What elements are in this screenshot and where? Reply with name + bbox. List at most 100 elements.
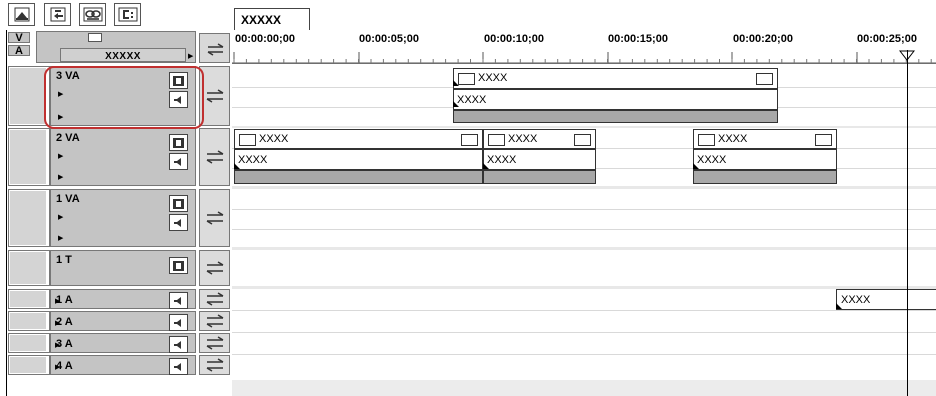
clip-2va-3-audio-name: XXXX — [697, 154, 727, 166]
audio-patch-label[interactable]: A — [8, 45, 30, 57]
track-1va-name: 1 VA — [56, 193, 80, 205]
collapse-tracks-button[interactable] — [8, 3, 35, 26]
timecode-15: 00:00:15;00 — [608, 33, 668, 45]
clip-2va-3-waveform[interactable] — [693, 170, 837, 184]
timecode-25: 00:00:25;00 — [857, 33, 917, 45]
lane-separator — [232, 286, 936, 289]
film-strip-icon[interactable] — [169, 134, 188, 151]
patch-right-arrow: ▶ — [188, 53, 194, 60]
track-1t-header[interactable]: 1 T — [50, 250, 196, 286]
expand-arrow-icon[interactable]: ▶ — [58, 173, 63, 181]
add-track-button[interactable] — [44, 3, 71, 26]
track-3a-patch[interactable] — [8, 333, 50, 353]
clip-thumbnail-icon — [458, 73, 475, 85]
clip-2va-1-audio[interactable]: XXXX — [234, 149, 483, 170]
track-2va-patch[interactable] — [8, 128, 50, 186]
track-2va-name: 2 VA — [56, 132, 80, 144]
clip-thumbnail-icon — [756, 73, 773, 85]
panel-left-border — [6, 30, 7, 396]
track-3a-swap-button[interactable] — [199, 333, 230, 353]
track-1t-patch[interactable] — [8, 250, 50, 286]
expand-arrow-icon[interactable]: ▶ — [58, 234, 63, 242]
timecode-10: 00:00:10;00 — [484, 33, 544, 45]
track-1va-patch[interactable] — [8, 189, 50, 247]
clip-2va-3-audio[interactable]: XXXX — [693, 149, 837, 170]
track-2va-header[interactable]: 2 VA ▶ ▶ — [50, 128, 196, 186]
clip-2va-2-waveform[interactable] — [483, 170, 596, 184]
clip-1a-audio[interactable]: XXXX — [836, 289, 936, 310]
timecode-5: 00:00:05;00 — [359, 33, 419, 45]
track-1a-patch[interactable] — [8, 289, 50, 309]
speaker-icon[interactable] — [169, 358, 188, 375]
clip-marker — [453, 101, 459, 107]
clip-3va-audio[interactable]: XXXX — [453, 89, 778, 110]
track-expand-icon — [14, 7, 29, 22]
clip-2va-1-waveform[interactable] — [234, 170, 483, 184]
expand-arrow-icon[interactable]: ▶ — [55, 341, 60, 349]
clip-thumbnail-icon — [815, 134, 832, 146]
clip-2va-2-video[interactable]: XXXX — [483, 129, 596, 149]
patch-track-name: XXXXX — [60, 48, 186, 62]
track-4a-swap-button[interactable] — [199, 355, 230, 375]
clip-marker — [234, 163, 240, 169]
patch-handle[interactable] — [88, 33, 102, 42]
expand-arrow-icon[interactable]: ▶ — [58, 213, 63, 221]
clip-2va-3-video-name: XXXX — [718, 133, 748, 145]
track-3a-header[interactable]: 3 A ▶ — [50, 333, 196, 353]
track-1va-header[interactable]: 1 VA ▶ ▶ — [50, 189, 196, 247]
track-1va-swap-button[interactable] — [199, 189, 230, 247]
drive-icon — [118, 7, 137, 22]
lane-separator — [232, 247, 936, 250]
track-1a-header[interactable]: 1 A ▶ — [50, 289, 196, 309]
speaker-icon[interactable] — [169, 314, 188, 331]
film-strip-icon[interactable] — [169, 257, 188, 274]
clip-2va-2-audio[interactable]: XXXX — [483, 149, 596, 170]
link-icon — [83, 7, 102, 22]
clip-2va-1-video[interactable]: XXXX — [234, 129, 483, 149]
track-2a-swap-button[interactable] — [199, 311, 230, 331]
lane-row-line — [232, 354, 936, 355]
swap-arrows-icon — [206, 211, 223, 225]
clip-2va-2-audio-name: XXXX — [487, 154, 517, 166]
highlight-callout — [44, 66, 204, 129]
clip-2va-1-video-name: XXXX — [259, 133, 289, 145]
lane-row-line — [232, 229, 936, 230]
speaker-icon[interactable] — [169, 292, 188, 309]
track-4a-patch[interactable] — [8, 355, 50, 375]
clip-thumbnail-icon — [239, 134, 256, 146]
clip-3va-waveform[interactable] — [453, 110, 778, 123]
sequence-tab[interactable]: XXXXX — [234, 8, 310, 30]
track-1t-swap-button[interactable] — [199, 250, 230, 286]
lane-separator — [232, 186, 936, 189]
track-2a-patch[interactable] — [8, 311, 50, 331]
expand-arrow-icon[interactable]: ▶ — [55, 297, 60, 305]
clip-1a-audio-name: XXXX — [841, 294, 871, 306]
timecode-20: 00:00:20;00 — [733, 33, 793, 45]
speaker-icon[interactable] — [169, 336, 188, 353]
patch-swap-button[interactable] — [199, 33, 230, 63]
track-1a-swap-button[interactable] — [199, 289, 230, 309]
clip-thumbnail-icon — [698, 134, 715, 146]
expand-arrow-icon[interactable]: ▶ — [55, 319, 60, 327]
clip-3va-video[interactable]: XXXX — [453, 68, 778, 89]
video-patch-label[interactable]: V — [8, 32, 30, 44]
speaker-icon[interactable] — [169, 214, 188, 231]
timeline-bottom-bar[interactable] — [232, 380, 936, 396]
track-2va-swap-button[interactable] — [199, 128, 230, 186]
link-button[interactable] — [79, 3, 106, 26]
track-4a-header[interactable]: 4 A ▶ — [50, 355, 196, 375]
speaker-icon[interactable] — [169, 153, 188, 170]
playhead[interactable] — [907, 50, 908, 396]
lane-row-line — [232, 332, 936, 333]
lane-separator — [232, 126, 936, 128]
expand-arrow-icon[interactable]: ▶ — [58, 152, 63, 160]
swap-arrows-icon — [206, 150, 223, 164]
clip-3va-video-name: XXXX — [478, 72, 508, 84]
lane-row-line — [232, 209, 936, 210]
clip-thumbnail-icon — [574, 134, 591, 146]
expand-arrow-icon[interactable]: ▶ — [55, 363, 60, 371]
track-2a-header[interactable]: 2 A ▶ — [50, 311, 196, 331]
clip-2va-3-video[interactable]: XXXX — [693, 129, 837, 149]
drive-button[interactable] — [114, 3, 141, 26]
film-strip-icon[interactable] — [169, 195, 188, 212]
